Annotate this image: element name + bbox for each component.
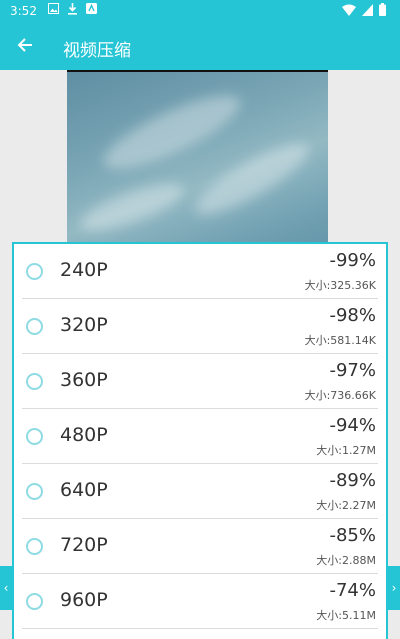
size-label: 大小:2.88M	[316, 554, 376, 567]
radio-button[interactable]	[26, 263, 43, 280]
resolution-label: 360P	[60, 369, 108, 391]
option-720p[interactable]: 720P -85% 大小:2.88M	[22, 519, 378, 574]
radio-button[interactable]	[26, 428, 43, 445]
size-label: 大小:581.14K	[304, 334, 376, 347]
percent-label: -94%	[329, 415, 376, 436]
arrow-left-icon	[17, 37, 33, 57]
resolution-dialog: 240P -99% 大小:325.36K 320P -98% 大小:581.14…	[12, 242, 388, 639]
size-label: 大小:2.27M	[316, 499, 376, 512]
image-notification-icon	[48, 3, 59, 18]
resolution-label: 640P	[60, 479, 108, 501]
resolution-label: 240P	[60, 259, 108, 281]
resolution-label: 320P	[60, 314, 108, 336]
wifi-icon	[342, 4, 356, 19]
percent-label: -97%	[329, 360, 376, 381]
size-label: 大小:5.11M	[316, 609, 376, 622]
radio-button[interactable]	[26, 538, 43, 555]
size-label: 大小:325.36K	[304, 279, 376, 292]
app-bar: 视频压缩	[0, 24, 400, 70]
radio-button[interactable]	[26, 483, 43, 500]
percent-label: -89%	[329, 470, 376, 491]
option-240p[interactable]: 240P -99% 大小:325.36K	[22, 244, 378, 299]
percent-label: -98%	[329, 305, 376, 326]
percent-label: -85%	[329, 525, 376, 546]
left-arrow-button[interactable]: ‹	[0, 566, 12, 610]
size-label: 大小:1.27M	[316, 444, 376, 457]
battery-icon	[379, 3, 386, 19]
percent-label: -99%	[329, 250, 376, 271]
status-time: 3:52	[10, 4, 37, 18]
option-320p[interactable]: 320P -98% 大小:581.14K	[22, 299, 378, 354]
option-640p[interactable]: 640P -89% 大小:2.27M	[22, 464, 378, 519]
chevron-right-icon: ›	[391, 581, 397, 595]
signal-icon	[362, 3, 373, 19]
radio-button[interactable]	[26, 373, 43, 390]
status-bar: 3:52	[0, 0, 400, 24]
option-360p[interactable]: 360P -97% 大小:736.66K	[22, 354, 378, 409]
resolution-label: 720P	[60, 534, 108, 556]
resolution-label: 960P	[60, 589, 108, 611]
option-960p[interactable]: 960P -74% 大小:5.11M	[22, 574, 378, 629]
percent-label: -74%	[329, 580, 376, 601]
chevron-left-icon: ‹	[3, 581, 9, 595]
app-notification-icon	[86, 3, 97, 18]
back-button[interactable]	[10, 32, 40, 62]
page-title: 视频压缩	[63, 41, 131, 61]
radio-button[interactable]	[26, 318, 43, 335]
size-label: 大小:736.66K	[304, 389, 376, 402]
download-icon	[67, 3, 78, 18]
resolution-label: 480P	[60, 424, 108, 446]
right-arrow-button[interactable]: ›	[388, 566, 400, 610]
radio-button[interactable]	[26, 593, 43, 610]
option-480p[interactable]: 480P -94% 大小:1.27M	[22, 409, 378, 464]
